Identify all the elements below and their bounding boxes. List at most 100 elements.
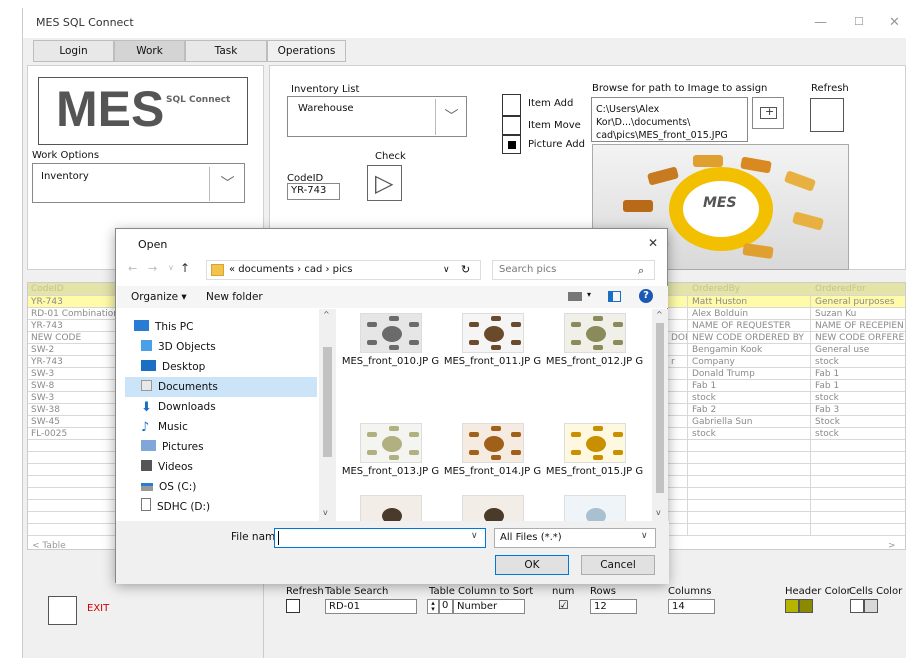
table-cell[interactable]: Fab 1 xyxy=(689,380,809,391)
image-path-field[interactable]: C:\Users\Alex Kor\D...\documents\ cad\pi… xyxy=(591,97,748,142)
table-cell[interactable]: DOR xyxy=(668,332,688,343)
filename-input[interactable]: ∨ xyxy=(274,528,486,548)
table-cell[interactable]: NAME OF REQUESTER xyxy=(689,320,809,331)
sort-index-input[interactable]: 0 xyxy=(439,599,453,614)
tab-work[interactable]: Work xyxy=(114,40,185,62)
table-cell[interactable]: NEW CODE xyxy=(28,332,123,343)
table-cell[interactable]: Donald Trump xyxy=(689,368,809,379)
table-cell[interactable]: SW-3 xyxy=(28,392,123,403)
tree-item-3d-objects[interactable]: 3D Objects xyxy=(141,337,216,357)
file-item[interactable] xyxy=(338,495,443,521)
file-type-select[interactable]: All Files (*.*) ∨ xyxy=(494,528,656,548)
file-item[interactable]: MES_front_012.JP G xyxy=(542,313,647,368)
tree-item-sdhc-d[interactable]: SDHC (D:) xyxy=(141,497,210,517)
work-options-select[interactable]: Inventory ﹀ xyxy=(32,163,245,203)
tree-item-os-c[interactable]: OS (C:) xyxy=(141,477,196,497)
tree-scroll-thumb[interactable] xyxy=(323,347,332,457)
inventory-list-select[interactable]: Warehouse ﹀ xyxy=(287,96,467,137)
close-button[interactable]: ✕ xyxy=(889,15,900,30)
tree-item-documents[interactable]: Documents xyxy=(125,377,317,397)
tab-task[interactable]: Task xyxy=(185,40,267,62)
picture-add-checkbox[interactable] xyxy=(502,135,521,154)
scroll-right-arrow[interactable]: > xyxy=(888,541,896,549)
table-cell[interactable]: General use xyxy=(812,344,905,355)
header-color-swatch-2[interactable] xyxy=(799,599,813,613)
chevron-down-icon[interactable]: ∨ xyxy=(471,531,478,541)
sort-column-input[interactable]: Number xyxy=(453,599,525,614)
help-icon[interactable]: ? xyxy=(639,289,653,303)
file-item[interactable] xyxy=(542,495,647,521)
table-cell[interactable]: Suzan Ku xyxy=(812,308,905,319)
table-cell[interactable]: Fab 3 xyxy=(812,404,905,415)
table-cell[interactable]: Bengamin Kook xyxy=(689,344,809,355)
file-item[interactable]: MES_front_011.JP G xyxy=(440,313,545,368)
tree-item-music[interactable]: ♪ Music xyxy=(141,417,188,437)
view-icon[interactable] xyxy=(568,292,582,301)
table-cell[interactable]: NEW CODE ORFERE xyxy=(812,332,905,343)
exit-button[interactable] xyxy=(48,596,77,625)
tab-operations[interactable]: Operations xyxy=(267,40,346,62)
address-bar[interactable]: « documents › cad › pics ∨ ↻ xyxy=(206,260,481,280)
codeid-input[interactable]: YR-743 xyxy=(287,183,340,200)
table-cell[interactable]: YR-743 xyxy=(28,320,123,331)
dialog-close-button[interactable]: ✕ xyxy=(648,236,658,250)
minimize-button[interactable]: — xyxy=(814,15,827,30)
tree-item-downloads[interactable]: ⬇ Downloads xyxy=(141,397,216,417)
bottom-refresh-checkbox[interactable] xyxy=(286,599,300,613)
table-cell[interactable]: SW-38 xyxy=(28,404,123,415)
file-item[interactable]: MES_front_013.JP G xyxy=(338,423,443,478)
ok-button[interactable]: OK xyxy=(495,555,569,575)
new-folder-button[interactable]: New folder xyxy=(206,291,263,303)
up-icon[interactable]: ↑ xyxy=(180,261,190,275)
chevron-down-icon[interactable]: ∨ xyxy=(443,261,450,279)
search-input[interactable]: Search pics ⌕ xyxy=(492,260,655,280)
refresh-icon[interactable]: ↻ xyxy=(461,261,470,279)
table-cell[interactable]: Fab 1 xyxy=(812,380,905,391)
table-cell[interactable]: Stock xyxy=(812,416,905,427)
organize-menu[interactable]: Organize ▾ xyxy=(131,291,187,303)
recent-locations-icon[interactable]: ∨ xyxy=(168,263,174,272)
header-color-swatch[interactable] xyxy=(785,599,799,613)
rows-input[interactable]: 12 xyxy=(590,599,637,614)
refresh-checkbox[interactable] xyxy=(810,98,844,132)
forward-icon[interactable]: → xyxy=(148,262,157,275)
item-move-checkbox[interactable] xyxy=(502,116,521,135)
table-cell[interactable]: stock xyxy=(812,356,905,367)
tree-item-desktop[interactable]: Desktop xyxy=(141,357,205,377)
file-scrollbar[interactable]: ^ v xyxy=(652,309,668,521)
item-add-checkbox[interactable] xyxy=(502,94,521,116)
table-cell[interactable]: NAME OF RECEPIEN xyxy=(812,320,905,331)
cancel-button[interactable]: Cancel xyxy=(581,555,655,575)
columns-input[interactable]: 14 xyxy=(668,599,715,614)
back-icon[interactable]: ← xyxy=(128,262,137,275)
table-cell[interactable]: Alex Bolduin xyxy=(689,308,809,319)
file-item[interactable]: MES_front_014.JP G xyxy=(440,423,545,478)
table-search-input[interactable]: RD-01 xyxy=(325,599,417,614)
table-cell[interactable]: General purposes xyxy=(812,296,905,307)
table-cell[interactable]: SW-2 xyxy=(28,344,123,355)
table-cell[interactable]: SW-45 xyxy=(28,416,123,427)
browse-button[interactable]: + xyxy=(752,97,784,129)
grid-header-codeid[interactable]: CodeID xyxy=(28,283,118,295)
file-item[interactable]: MES_front_010.JP G xyxy=(338,313,443,368)
view-menu-icon[interactable]: ▾ xyxy=(587,290,591,299)
tree-scrollbar[interactable]: ^ v xyxy=(319,309,336,521)
table-cell[interactable]: r xyxy=(668,356,688,367)
table-cell[interactable]: RD-01 Combination xyxy=(28,308,123,319)
grid-header-orderedby[interactable]: OrderedBy xyxy=(689,283,809,295)
file-scroll-thumb[interactable] xyxy=(656,323,664,493)
cells-color-swatch[interactable] xyxy=(850,599,864,613)
num-checkbox[interactable]: ☑ xyxy=(558,598,569,612)
grid-header-orderedfor[interactable]: OrderedFor xyxy=(812,283,905,295)
table-cell[interactable]: stock xyxy=(689,428,809,439)
preview-pane-icon[interactable] xyxy=(608,291,621,302)
check-button[interactable]: ▷ xyxy=(367,165,402,201)
table-cell[interactable]: YR-743 xyxy=(28,356,123,367)
table-cell[interactable]: FL-0025 xyxy=(28,428,123,439)
tree-item-pictures[interactable]: Pictures xyxy=(141,437,204,457)
tab-login[interactable]: Login xyxy=(33,40,114,62)
table-cell[interactable]: stock xyxy=(812,392,905,403)
table-cell[interactable]: NEW CODE ORDERED BY xyxy=(689,332,809,343)
maximize-button[interactable]: ☐ xyxy=(854,15,864,28)
table-cell[interactable]: Matt Huston xyxy=(689,296,809,307)
